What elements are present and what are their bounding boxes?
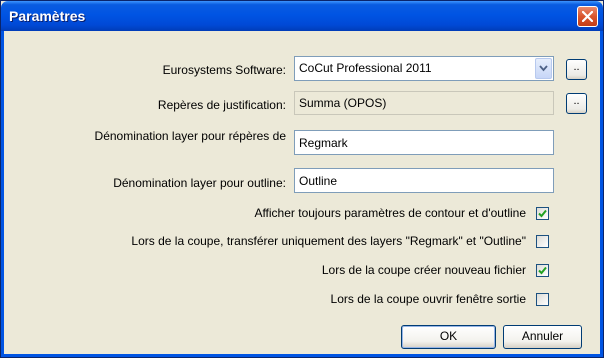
denom-outline-label: Dénomination layer pour outline: [113,176,286,190]
denom-outline-value: Outline [299,174,338,188]
software-label: Eurosystems Software: [162,63,286,77]
option-label-always-show-contour: Afficher toujours paramètres de contour … [254,206,526,220]
checkbox-open-output-window[interactable] [536,293,549,306]
checkbox-always-show-contour[interactable] [536,207,549,220]
parametres-dialog: Paramètres Eurosystems Software: CoCut P… [0,0,604,358]
option-label-open-output-window: Lors de la coupe ouvrir fenêtre sortie [330,292,526,306]
denom-reperes-label: Dénomination layer pour répères de [94,129,286,143]
denom-outline-input[interactable]: Outline [294,168,554,193]
window-frame-right [600,31,603,357]
reperes-field: Summa (OPOS) [294,91,554,115]
software-select[interactable]: CoCut Professional 2011 [294,56,554,81]
title-bar[interactable]: Paramètres [1,1,603,31]
window-title: Paramètres [9,8,86,24]
ok-button[interactable]: OK [401,325,496,349]
option-label-create-new-file: Lors de la coupe créer nouveau fichier [321,263,526,277]
cancel-button[interactable]: Annuler [503,325,582,349]
reperes-label: Repères de justification: [157,98,286,112]
close-button[interactable] [577,6,598,27]
option-label-transfer-layers: Lors de la coupe, transférer uniquement … [131,234,526,248]
reperes-browse-button[interactable]: .. [566,93,587,114]
denom-reperes-input[interactable]: Regmark [294,130,554,155]
software-select-dropdown-button[interactable] [535,58,552,79]
denom-reperes-value: Regmark [299,136,348,150]
window-frame-left [1,31,4,357]
checkbox-transfer-layers[interactable] [536,235,549,248]
checkbox-create-new-file[interactable] [536,264,549,277]
software-browse-button[interactable]: .. [566,59,587,80]
reperes-value: Summa (OPOS) [299,96,387,110]
window-frame-bottom [1,354,603,357]
software-select-value: CoCut Professional 2011 [299,61,432,75]
